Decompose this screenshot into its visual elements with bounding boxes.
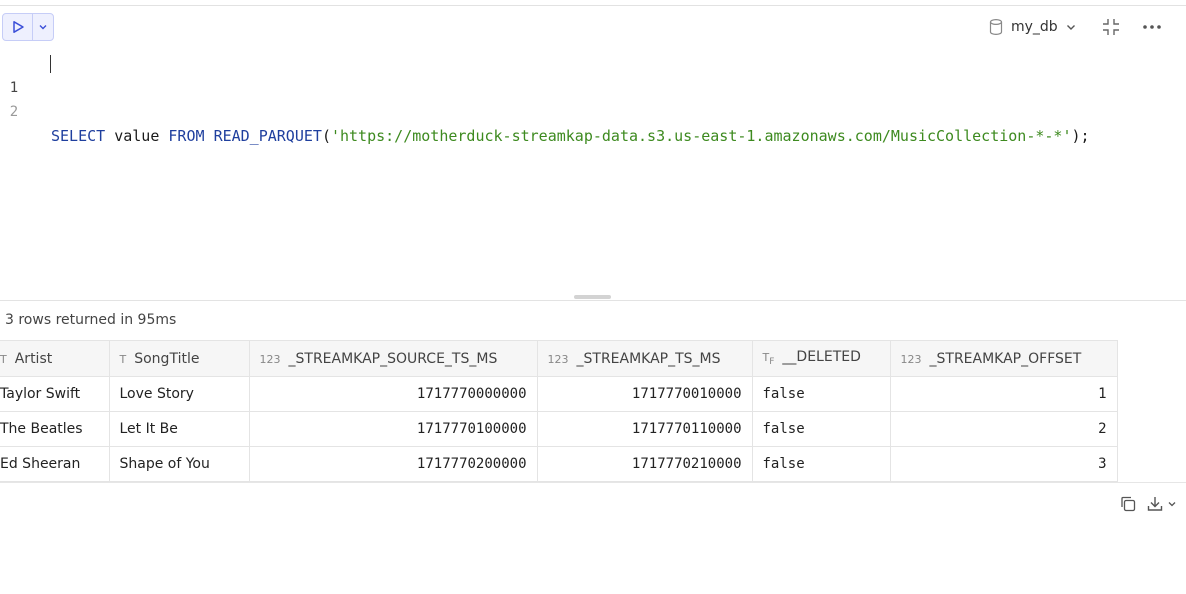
database-selector[interactable]: my_db: [988, 16, 1077, 38]
paren-close: );: [1071, 127, 1090, 145]
text-type-icon: T: [0, 352, 7, 366]
copy-icon: [1121, 496, 1136, 512]
top-border: [0, 5, 1186, 6]
results-divider: [0, 482, 1186, 483]
table-cell[interactable]: Shape of You: [108, 446, 250, 482]
more-options-button[interactable]: [1140, 17, 1164, 37]
table-cell[interactable]: 1717770200000: [248, 446, 538, 482]
run-button-group: [2, 13, 54, 41]
run-button[interactable]: [3, 14, 33, 40]
table-cell[interactable]: false: [751, 376, 891, 412]
table-cell[interactable]: 3: [889, 446, 1118, 482]
table-cell[interactable]: The Beatles: [0, 411, 110, 447]
sql-code: SELECT value FROM READ_PARQUET('https://…: [51, 124, 1090, 148]
database-icon: [989, 18, 1003, 36]
table-cell[interactable]: 1: [889, 376, 1118, 412]
function-token: READ_PARQUET: [213, 127, 322, 145]
table-cell[interactable]: Taylor Swift: [0, 376, 110, 412]
code-line: 1 SELECT value FROM READ_PARQUET('https:…: [0, 52, 1186, 145]
table-cell[interactable]: Let It Be: [108, 411, 250, 447]
sql-editor[interactable]: 1 SELECT value FROM READ_PARQUET('https:…: [0, 50, 1186, 300]
more-icon: [1143, 25, 1161, 29]
resize-handle[interactable]: [574, 295, 611, 299]
table-cell[interactable]: 2: [889, 411, 1118, 447]
table-cell[interactable]: 1717770000000: [248, 376, 538, 412]
download-button[interactable]: [1146, 494, 1177, 514]
table-cell[interactable]: 1717770110000: [536, 411, 753, 447]
column-header-source-ts[interactable]: 123 _STREAMKAP_SOURCE_TS_MS: [248, 340, 538, 377]
column-header-offset[interactable]: 123 _STREAMKAP_OFFSET: [889, 340, 1118, 377]
table-cell[interactable]: Ed Sheeran: [0, 446, 110, 482]
column-header-ts[interactable]: 123 _STREAMKAP_TS_MS: [536, 340, 753, 377]
table-cell[interactable]: 1717770210000: [536, 446, 753, 482]
paren-open: (: [321, 127, 331, 145]
download-icon: [1147, 497, 1163, 511]
number-type-icon: 123: [259, 352, 281, 366]
table-cell[interactable]: false: [751, 411, 891, 447]
table-cell[interactable]: Love Story: [108, 376, 250, 412]
url-string: 'https://motherduck-streamkap-data.s3.us…: [330, 127, 1072, 145]
table-cell[interactable]: 1717770010000: [536, 376, 753, 412]
number-type-icon: 123: [547, 352, 569, 366]
column-header-artist[interactable]: T Artist: [0, 340, 110, 377]
database-name: my_db: [1011, 19, 1058, 35]
keyword-from: FROM: [168, 127, 205, 145]
code-line: 2: [0, 76, 1186, 120]
column-token: value: [105, 127, 169, 145]
text-type-icon: T: [119, 352, 127, 366]
table-cell[interactable]: 1717770100000: [248, 411, 538, 447]
number-type-icon: 123: [900, 352, 922, 366]
keyword-select: SELECT: [51, 127, 106, 145]
collapse-button[interactable]: [1101, 17, 1121, 37]
results-table: T Artist T SongTitle 123 _STREAMKAP_SOURCE_…: [0, 340, 1118, 482]
table-row: Ed Sheeran Shape of You 1717770200000 17…: [0, 446, 1118, 482]
text-cursor: [50, 55, 51, 73]
chevron-down-icon: [39, 25, 47, 30]
result-status: 3 rows returned in 95ms: [5, 312, 177, 328]
line-number: 2: [9, 104, 19, 120]
table-row: The Beatles Let It Be 1717770100000 1717…: [0, 411, 1118, 447]
copy-button[interactable]: [1118, 494, 1138, 514]
chevron-down-icon: [1066, 25, 1075, 30]
pane-splitter: [0, 300, 1186, 301]
play-icon: [12, 21, 24, 33]
chevron-down-icon: [1168, 502, 1176, 507]
column-header-songtitle[interactable]: T SongTitle: [108, 340, 250, 377]
table-row: Taylor Swift Love Story 1717770000000 17…: [0, 376, 1118, 412]
boolean-type-icon: TF: [762, 351, 775, 368]
collapse-icon: [1103, 19, 1119, 35]
table-cell[interactable]: false: [751, 446, 891, 482]
header-row: T Artist T SongTitle 123 _STREAMKAP_SOURCE_…: [0, 340, 1118, 377]
run-options-button[interactable]: [33, 14, 53, 40]
column-header-deleted[interactable]: TF __DELETED: [751, 340, 891, 377]
